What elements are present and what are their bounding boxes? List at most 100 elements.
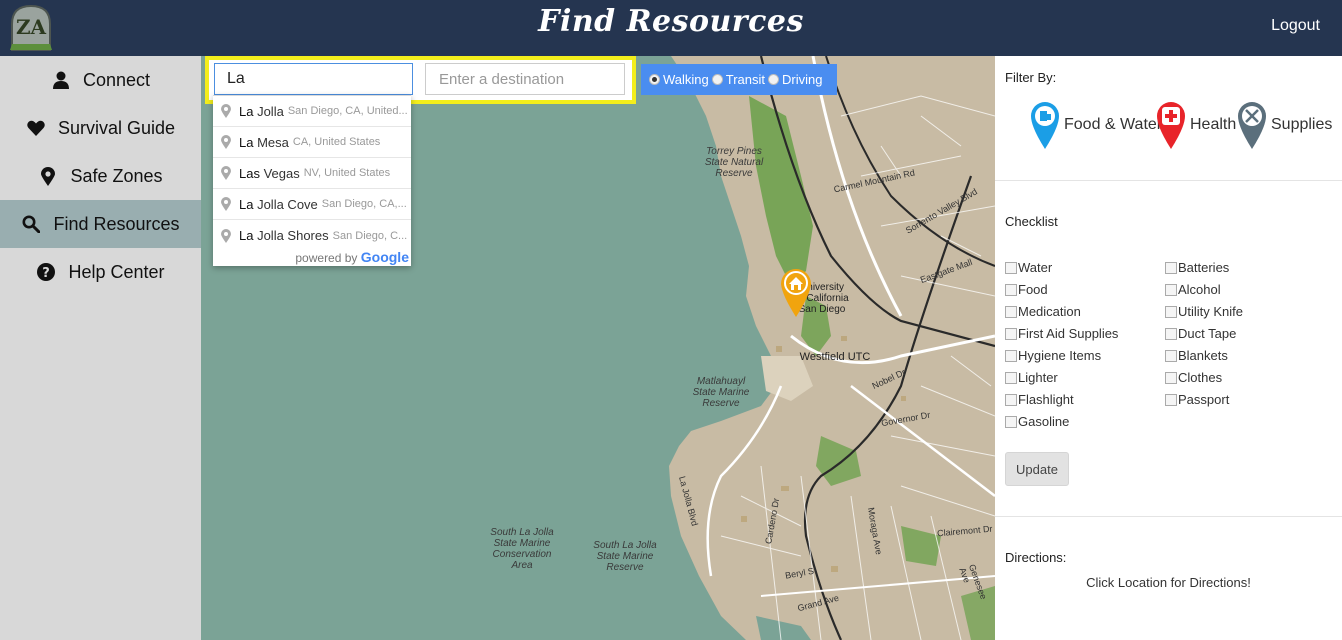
ac-match: La — [239, 134, 254, 150]
sidebar-item-label: Find Resources — [53, 213, 180, 234]
mode-driving[interactable]: Driving — [768, 72, 822, 87]
ac-secondary: San Diego, CA, United... — [287, 105, 408, 117]
divider — [995, 180, 1342, 181]
checkbox[interactable] — [1165, 283, 1177, 296]
checklist-heading: Checklist — [1005, 214, 1058, 229]
pin-icon — [221, 135, 231, 149]
filter-label: Supplies — [1271, 116, 1333, 133]
checkbox-label: Blankets — [1178, 348, 1228, 363]
checkbox[interactable] — [1165, 305, 1177, 318]
checkbox-passport[interactable]: Passport — [1165, 392, 1229, 407]
google-logo: Google — [360, 249, 409, 265]
checkbox[interactable] — [1005, 393, 1017, 406]
ac-match: La — [239, 196, 254, 212]
checkbox-label: Duct Tape — [1178, 326, 1237, 341]
checkbox[interactable] — [1165, 393, 1177, 406]
autocomplete-item[interactable]: La Mesa CA, United States — [213, 127, 411, 158]
divider — [995, 516, 1342, 517]
transit-radio[interactable] — [711, 74, 723, 85]
filter-health[interactable]: Health — [1156, 101, 1236, 149]
checkbox-label: Alcohol — [1178, 282, 1221, 297]
checkbox-duct-tape[interactable]: Duct Tape — [1165, 326, 1236, 341]
checkbox-label: Batteries — [1178, 260, 1230, 275]
pin-icon — [221, 228, 231, 243]
mode-walking[interactable]: Walking — [649, 72, 709, 87]
filter-label: Food & Water — [1064, 116, 1163, 133]
checkbox[interactable] — [1005, 305, 1017, 318]
checkbox-lighter[interactable]: Lighter — [1005, 370, 1058, 385]
checkbox-batteries[interactable]: Batteries — [1165, 260, 1229, 275]
update-button[interactable]: Update — [1005, 452, 1069, 486]
sidebar-item-label: Safe Zones — [70, 165, 163, 186]
checkbox[interactable] — [1005, 371, 1017, 384]
autocomplete-item[interactable]: La Jolla San Diego, CA, United... — [213, 96, 411, 127]
checkbox-label: Flashlight — [1018, 392, 1074, 407]
sidebar-item-connect[interactable]: Connect — [0, 56, 201, 104]
ac-match: La — [239, 103, 254, 119]
checkbox-first-aid[interactable]: First Aid Supplies — [1005, 326, 1118, 341]
pin-icon — [221, 197, 231, 211]
directions-message: Click Location for Directions! — [1086, 575, 1251, 590]
checkbox[interactable] — [1005, 415, 1017, 428]
origin-input[interactable] — [214, 63, 413, 95]
sidebar-item-survival-guide[interactable]: Survival Guide — [0, 104, 201, 152]
autocomplete-item[interactable]: La Jolla Shores San Diego, C... — [213, 220, 411, 251]
home-marker-icon[interactable] — [780, 267, 812, 317]
checkbox[interactable] — [1165, 327, 1177, 340]
user-icon — [51, 70, 71, 90]
checkbox-label: Water — [1018, 260, 1053, 275]
checkbox-label: Utility Knife — [1178, 304, 1244, 319]
destination-input[interactable] — [425, 63, 625, 95]
checkbox[interactable] — [1005, 261, 1017, 274]
svg-text:?: ? — [43, 266, 51, 281]
sidebar-item-safe-zones[interactable]: Safe Zones — [0, 152, 201, 200]
checkbox[interactable] — [1165, 261, 1177, 274]
map-marker-icon — [38, 166, 58, 186]
checkbox-medication[interactable]: Medication — [1005, 304, 1081, 319]
question-circle-icon: ? — [36, 262, 56, 282]
checkbox-alcohol[interactable]: Alcohol — [1165, 282, 1221, 297]
logout-link[interactable]: Logout — [1271, 17, 1320, 35]
mode-label: Transit — [725, 72, 766, 87]
ac-rest: Jolla Shores — [253, 228, 329, 243]
checkbox-food[interactable]: Food — [1005, 282, 1048, 297]
ac-secondary: San Diego, C... — [332, 229, 408, 242]
filter-food-water[interactable]: Food & Water — [1030, 101, 1162, 149]
pin-icon — [221, 104, 231, 118]
checkbox-flashlight[interactable]: Flashlight — [1005, 392, 1074, 407]
autocomplete-dropdown: La Jolla San Diego, CA, United... La Mes… — [213, 95, 411, 266]
checkbox-gasoline[interactable]: Gasoline — [1005, 414, 1069, 429]
page-title: Find Resources — [538, 4, 804, 39]
sidebar-item-label: Connect — [82, 69, 151, 90]
top-navbar: ZA Find Resources Logout — [0, 0, 1342, 56]
autocomplete-item[interactable]: La Jolla Cove San Diego, CA,... — [213, 189, 411, 220]
map-label-westfield: Westfield UTC — [799, 351, 871, 363]
checkbox-label: Passport — [1178, 392, 1230, 407]
mode-label: Driving — [782, 72, 823, 87]
checkbox-hygiene[interactable]: Hygiene Items — [1005, 348, 1101, 363]
checkbox[interactable] — [1165, 349, 1177, 362]
checkbox-utility-knife[interactable]: Utility Knife — [1165, 304, 1243, 319]
ac-rest: Jolla — [253, 103, 284, 119]
checkbox-blankets[interactable]: Blankets — [1165, 348, 1228, 363]
walking-radio[interactable] — [649, 74, 660, 85]
sidebar-item-label: Survival Guide — [57, 117, 176, 138]
filter-supplies[interactable]: Supplies — [1237, 101, 1332, 149]
directions-heading: Directions: — [1005, 550, 1067, 565]
powered-by-google: powered by Google — [295, 249, 409, 265]
checkbox-water[interactable]: Water — [1005, 260, 1052, 275]
mode-transit[interactable]: Transit — [711, 72, 766, 87]
sidebar-item-help-center[interactable]: ? Help Center — [0, 248, 201, 296]
driving-radio[interactable] — [768, 74, 780, 85]
checkbox[interactable] — [1005, 349, 1017, 362]
pin-icon — [221, 166, 231, 180]
mode-label: Walking — [663, 72, 709, 87]
checkbox[interactable] — [1165, 371, 1177, 384]
checkbox[interactable] — [1005, 283, 1017, 296]
checkbox-label: Medication — [1018, 304, 1081, 319]
checkbox-clothes[interactable]: Clothes — [1165, 370, 1222, 385]
autocomplete-item[interactable]: Las Vegas NV, United States — [213, 158, 411, 189]
sidebar-item-find-resources[interactable]: Find Resources — [0, 200, 201, 248]
sidebar: Connect Survival Guide Safe Zones Find R… — [0, 56, 201, 640]
checkbox[interactable] — [1005, 327, 1017, 340]
